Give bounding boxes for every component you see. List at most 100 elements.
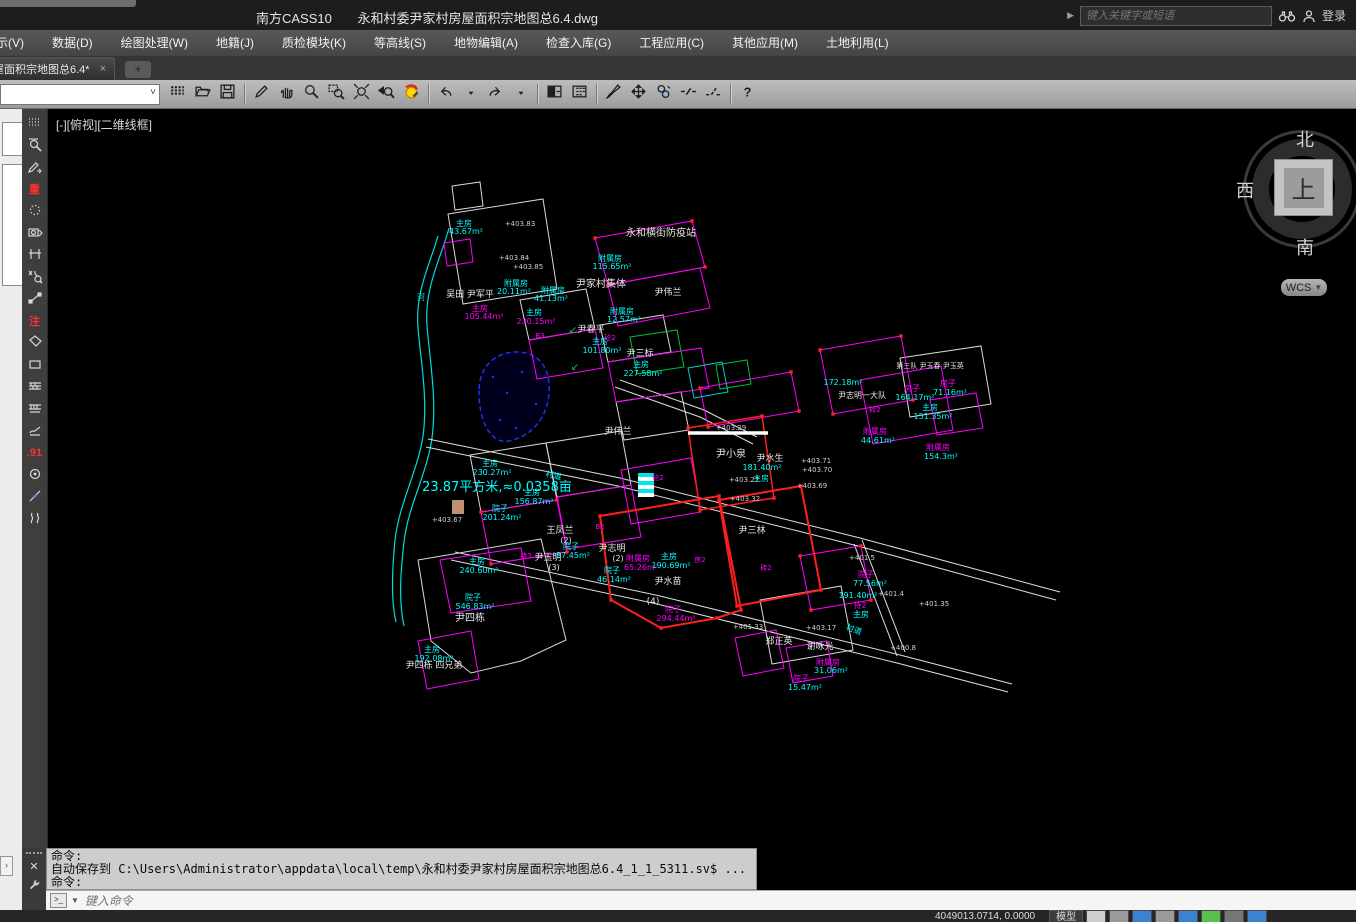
map-corner-marker: [703, 265, 706, 268]
menu-item-11[interactable]: 土地利用(L): [812, 30, 903, 56]
open-button[interactable]: [191, 83, 214, 106]
map-corner-marker: [686, 426, 689, 429]
segment-icon[interactable]: [23, 486, 47, 508]
status-toggle[interactable]: [1224, 910, 1244, 922]
command-prompt-icon[interactable]: >_: [50, 893, 67, 908]
zoom-window-button[interactable]: [325, 83, 348, 106]
redraw-button[interactable]: [400, 83, 423, 106]
caret-button[interactable]: [459, 83, 482, 106]
binoculars-search-icon[interactable]: [1278, 9, 1296, 23]
viewport-controls[interactable]: [-][俯视][二维线框]: [56, 116, 152, 133]
status-toggle[interactable]: [1155, 910, 1175, 922]
drawing-canvas[interactable]: 永和横街防疫站尹家村集体吴田 尹军平尹伟兰尹伟兰尹春平尹三标尹小泉尹水生尹志明一…: [0, 0, 1356, 922]
caret-button[interactable]: [509, 83, 532, 106]
menu-item-4[interactable]: 地籍(J): [202, 30, 268, 56]
status-toggle[interactable]: [1132, 910, 1152, 922]
tool-label-重[interactable]: 重: [23, 178, 47, 200]
coord-search-icon[interactable]: [23, 266, 47, 288]
save-button[interactable]: [216, 83, 239, 106]
search-input[interactable]: [1080, 6, 1272, 26]
status-toggle[interactable]: [1201, 910, 1221, 922]
wcs-dropdown[interactable]: WCS▼: [1281, 279, 1327, 296]
line-join-button[interactable]: [702, 83, 725, 106]
map-svg[interactable]: 永和横街防疫站尹家村集体吴田 尹军平尹伟兰尹伟兰尹春平尹三标尹小泉尹水生尹志明一…: [0, 0, 1356, 922]
command-palette-grip[interactable]: ✕: [22, 848, 46, 910]
status-toggle[interactable]: [1086, 910, 1106, 922]
circle-dot-icon[interactable]: [23, 464, 47, 486]
zoom-prev-button[interactable]: [375, 83, 398, 106]
tool-label-.91[interactable]: .91: [23, 442, 47, 464]
map-parcel: [688, 362, 728, 398]
undo-button[interactable]: [434, 83, 457, 106]
rect-icon[interactable]: [23, 354, 47, 376]
pencil-button[interactable]: [250, 83, 273, 106]
docked-panel-edge[interactable]: [0, 108, 23, 910]
menu-item-5[interactable]: 质检模块(K): [268, 30, 360, 56]
command-input[interactable]: [83, 893, 1356, 909]
tool-label-注[interactable]: 注: [23, 310, 47, 332]
close-icon[interactable]: ✕: [29, 860, 38, 873]
map-label: 156.87m²: [515, 497, 554, 506]
side-tool-palette: 重注 .91: [22, 108, 48, 848]
viewcube-south[interactable]: 南: [1296, 234, 1314, 260]
chevron-down-icon[interactable]: ▼: [71, 896, 79, 905]
map-label: 王凤兰: [546, 524, 573, 536]
copy-button[interactable]: [652, 83, 675, 106]
grip-icon[interactable]: [23, 112, 47, 134]
zoom-scale-button[interactable]: [350, 83, 373, 106]
dot-circle-icon[interactable]: [23, 200, 47, 222]
panel-left-button[interactable]: [543, 83, 566, 106]
command-history[interactable]: 命令:自动保存到 C:\Users\Administrator\appdata\…: [46, 848, 757, 890]
menu-item-2[interactable]: 数据(D): [38, 30, 107, 56]
brush-button[interactable]: [602, 83, 625, 106]
active-document-tab[interactable]: 屋面积宗地图总6.4* ×: [0, 57, 115, 80]
viewcube-west[interactable]: 西: [1236, 177, 1254, 203]
menu-item-3[interactable]: 绘图处理(W): [107, 30, 202, 56]
camera-icon[interactable]: [23, 222, 47, 244]
user-icon[interactable]: [1302, 9, 1316, 23]
zoom-button[interactable]: [300, 83, 323, 106]
line-break-button[interactable]: [677, 83, 700, 106]
layer-combobox[interactable]: ˅: [0, 84, 160, 105]
bench-icon[interactable]: [23, 420, 47, 442]
hatch-button[interactable]: [166, 83, 189, 106]
status-toggle[interactable]: [1109, 910, 1129, 922]
menu-item-6[interactable]: 等高线(S): [360, 30, 440, 56]
rows2-icon[interactable]: [23, 398, 47, 420]
menu-item-1[interactable]: 示(V): [0, 30, 38, 56]
help-button[interactable]: ?: [736, 83, 759, 106]
panel-grid-button[interactable]: [568, 83, 591, 106]
new-tab-button[interactable]: +: [125, 61, 151, 78]
menu-item-10[interactable]: 其他应用(M): [718, 30, 812, 56]
menu-item-7[interactable]: 地物编辑(A): [440, 30, 532, 56]
rows-icon[interactable]: [23, 376, 47, 398]
viewcube[interactable]: 北 西 南 东 上: [1243, 130, 1356, 254]
model-space-button[interactable]: 模型: [1049, 910, 1083, 922]
menu-item-8[interactable]: 检查入库(G): [532, 30, 625, 56]
status-toggle[interactable]: [1247, 910, 1267, 922]
viewcube-north[interactable]: 北: [1296, 126, 1314, 152]
map-label: +401.33: [733, 623, 763, 631]
pan-button[interactable]: [275, 83, 298, 106]
wrench-icon[interactable]: [28, 879, 41, 892]
move-button[interactable]: [627, 83, 650, 106]
map-corner-marker: [598, 514, 601, 517]
code-search-icon[interactable]: [23, 134, 47, 156]
status-toggle[interactable]: [1178, 910, 1198, 922]
waves-icon[interactable]: [23, 508, 47, 530]
quick-access-strip[interactable]: [0, 0, 136, 7]
edit-note-icon[interactable]: [23, 156, 47, 178]
menu-item-9[interactable]: 工程应用(C): [625, 30, 718, 56]
measure-icon[interactable]: [23, 288, 47, 310]
map-road: [615, 387, 753, 444]
gate-icon[interactable]: [23, 244, 47, 266]
tab-close-icon[interactable]: ×: [100, 63, 106, 75]
redo-button[interactable]: [484, 83, 507, 106]
login-button[interactable]: 登录: [1322, 7, 1346, 24]
map-label: 主房: [424, 644, 440, 654]
poly-rect-icon[interactable]: [23, 332, 47, 354]
search-expand-icon[interactable]: ▶: [1067, 10, 1074, 21]
palette-collapse-arrow[interactable]: ›: [0, 856, 13, 876]
map-corner-marker: [819, 588, 822, 591]
viewcube-top-face[interactable]: 上: [1274, 159, 1333, 216]
